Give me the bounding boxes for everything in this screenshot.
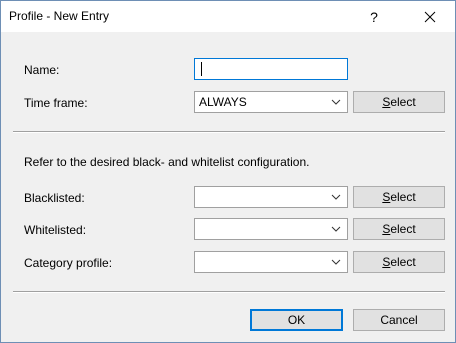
info-text: Refer to the desired black- and whitelis… (24, 155, 310, 169)
select-label: elect (390, 95, 416, 109)
whitelisted-select-button[interactable]: Select (353, 218, 445, 240)
whitelisted-label: Whitelisted: (24, 223, 87, 237)
separator-top (13, 131, 445, 133)
blacklisted-select-button[interactable]: Select (353, 186, 445, 208)
cancel-label: Cancel (380, 313, 418, 327)
select-accelerator: S (382, 222, 391, 236)
close-icon (424, 11, 436, 22)
category-label: Category profile: (24, 256, 113, 270)
help-icon: ? (370, 8, 378, 25)
blacklisted-label: Blacklisted: (24, 191, 85, 205)
separator-bottom (13, 291, 445, 293)
select-accelerator: S (382, 190, 391, 204)
chevron-down-icon (331, 226, 341, 232)
chevron-down-icon (331, 99, 341, 105)
help-button[interactable]: ? (351, 1, 397, 32)
ok-button[interactable]: OK (250, 309, 343, 331)
cancel-button[interactable]: Cancel (353, 309, 445, 331)
chevron-down-icon (331, 259, 341, 265)
timeframe-select-button[interactable]: Select (353, 91, 445, 113)
title-bar[interactable]: Profile - New Entry ? (1, 1, 455, 32)
select-label: elect (390, 222, 416, 236)
select-accelerator: S (382, 95, 391, 109)
chevron-down-icon (331, 194, 341, 200)
timeframe-value: ALWAYS (199, 95, 247, 109)
select-label: elect (390, 255, 416, 269)
name-input[interactable] (194, 58, 348, 80)
name-label: Name: (24, 63, 60, 77)
window-title: Profile - New Entry (9, 9, 110, 23)
timeframe-dropdown[interactable]: ALWAYS (194, 91, 348, 113)
dialog-window: Profile - New Entry ? Name: Time frame: … (0, 0, 456, 343)
category-dropdown[interactable] (194, 251, 348, 273)
category-select-button[interactable]: Select (353, 251, 445, 273)
select-label: elect (390, 190, 416, 204)
blacklisted-dropdown[interactable] (194, 186, 348, 208)
select-accelerator: S (382, 255, 391, 269)
whitelisted-dropdown[interactable] (194, 218, 348, 240)
timeframe-label: Time frame: (24, 96, 88, 110)
ok-label: OK (287, 313, 306, 327)
close-button[interactable] (407, 1, 453, 32)
text-caret (201, 62, 202, 76)
